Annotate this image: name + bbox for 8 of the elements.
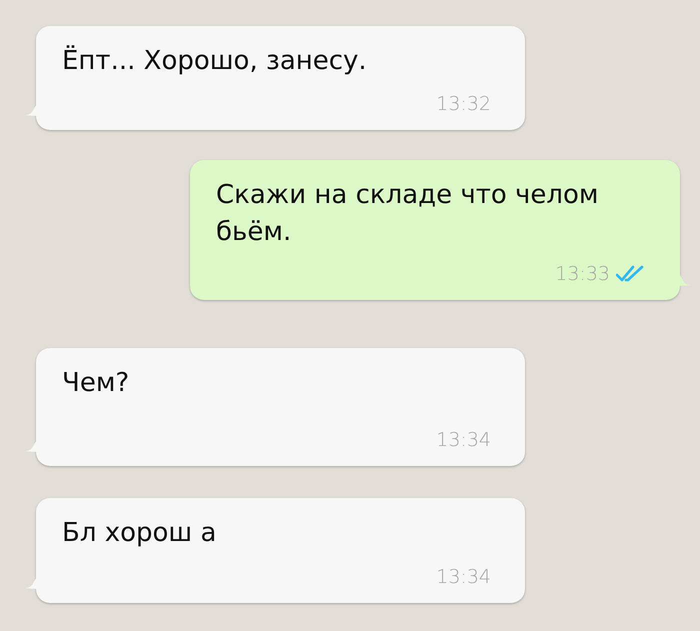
message-time: 13:33 — [555, 262, 610, 286]
message-text: Скажи на складе что челом бьём. — [216, 179, 600, 249]
message-text: Чем? — [62, 367, 130, 400]
message-time: 13:32 — [436, 92, 491, 116]
message-text: Бл хорош а — [62, 517, 218, 550]
message-time: 13:34 — [436, 428, 491, 452]
message-text: Ёпт... Хорошо, занесу. — [62, 44, 368, 78]
message-time: 13:34 — [436, 564, 491, 590]
